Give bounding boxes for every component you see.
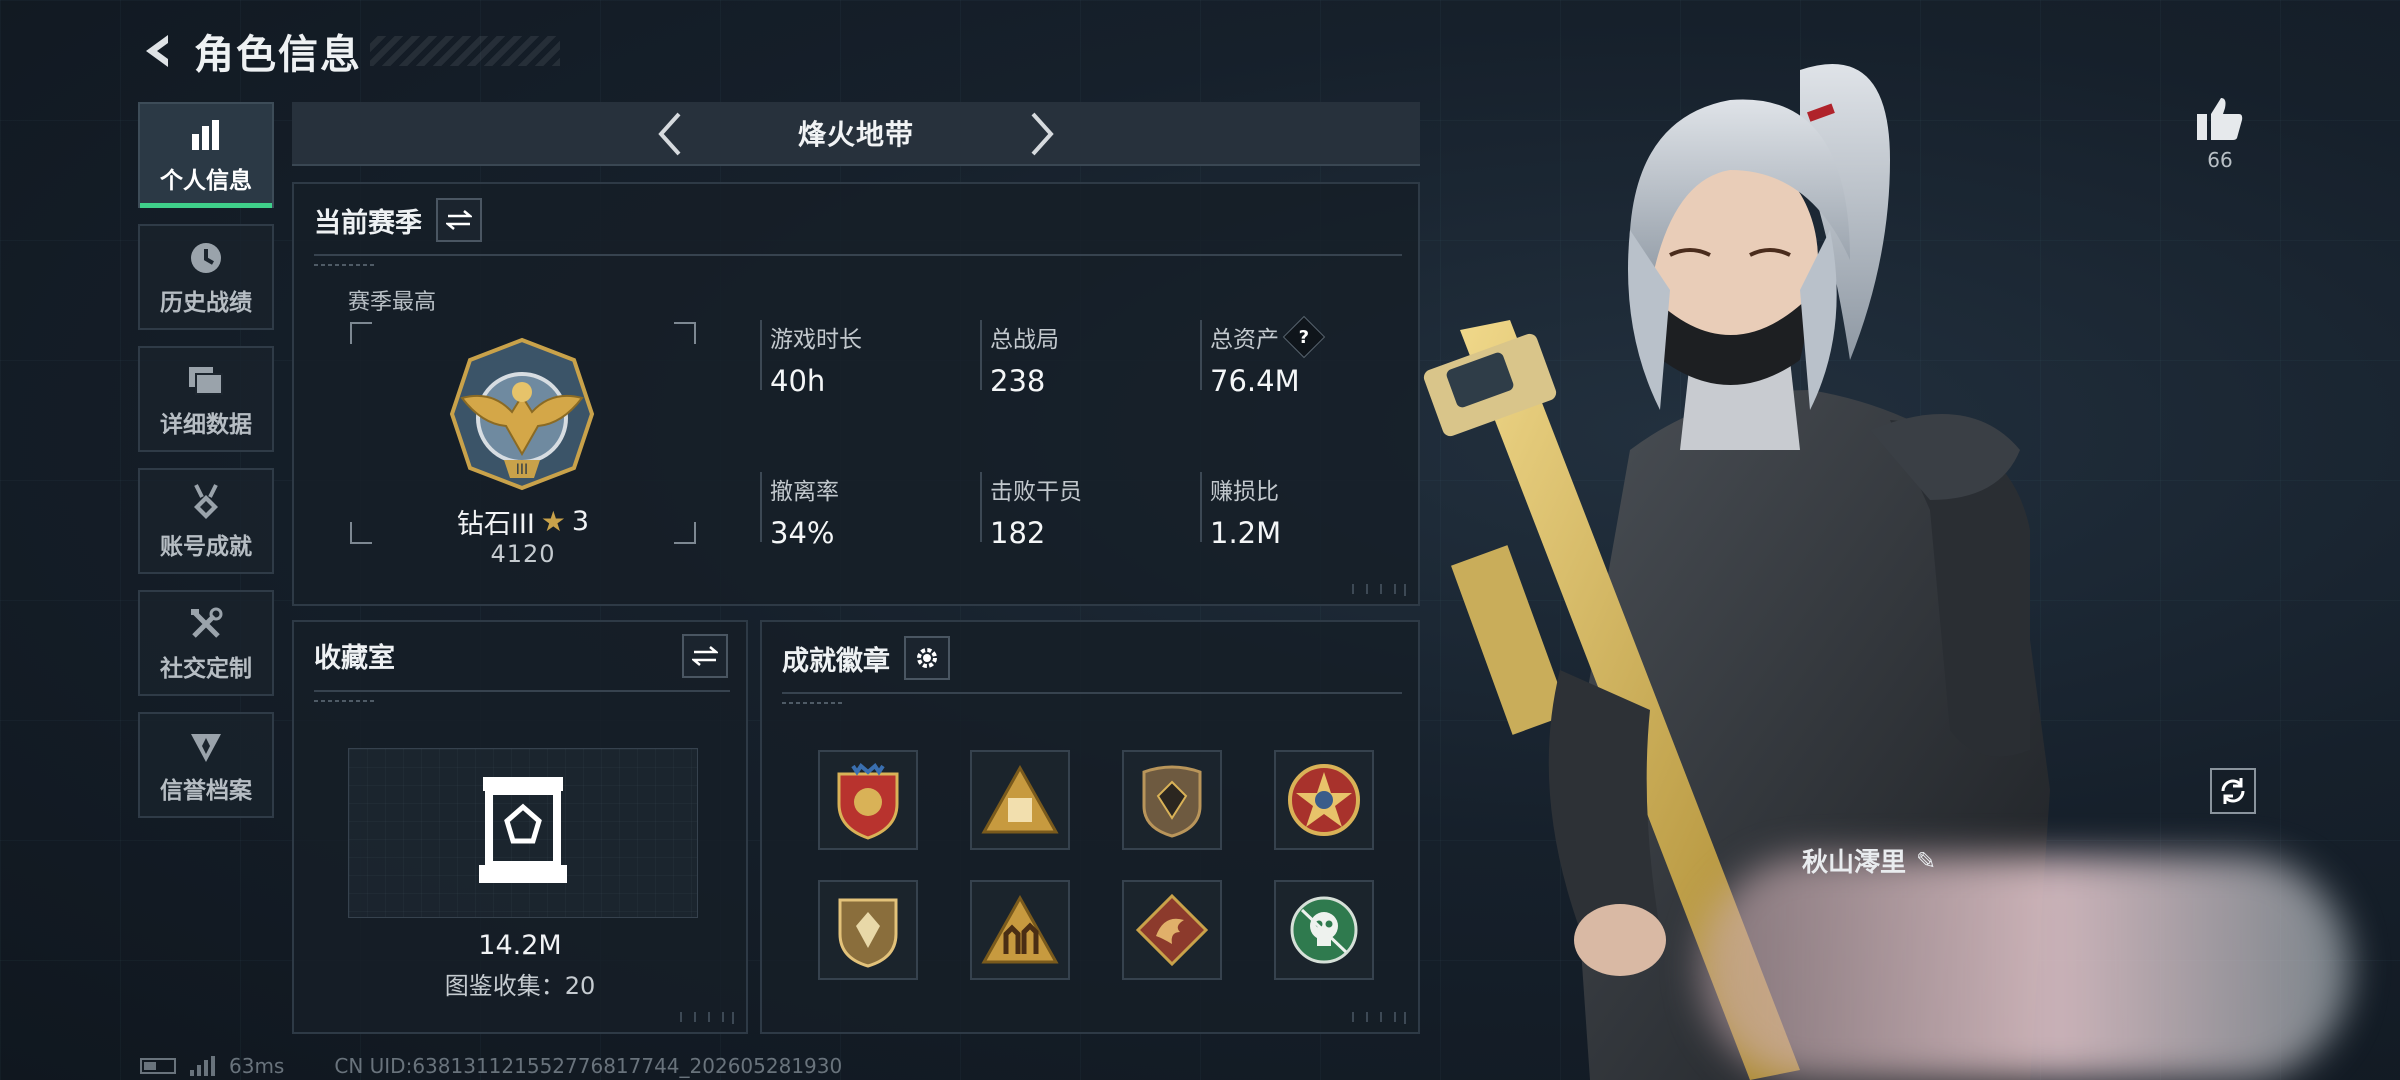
divider xyxy=(314,254,1402,256)
mode-title: 烽火地带 xyxy=(797,118,914,151)
folder-icon xyxy=(185,359,227,401)
stat-total-matches: 总战局 238 xyxy=(980,320,1180,398)
stat-value: 34% xyxy=(770,516,835,550)
status-bar: 63ms CN UID:638131121552776817744_202605… xyxy=(140,1054,842,1078)
shield-icon xyxy=(185,725,227,767)
nav-item-reputation[interactable]: 信誉档案 xyxy=(138,712,274,818)
rank-name-row: 钻石III ★ 3 xyxy=(350,502,696,541)
current-season-panel: 当前赛季 赛季最高 III 钻石III ★ 3 4120 游戏时长 40h 总战… xyxy=(292,182,1420,606)
refresh-icon xyxy=(2221,778,2245,804)
divider xyxy=(782,692,1402,694)
badge-slot[interactable] xyxy=(818,880,918,980)
collection-showcase[interactable] xyxy=(348,748,698,918)
stat-label: 撤离率 xyxy=(770,479,839,505)
stat-label: 总战局 xyxy=(990,327,1059,353)
display-case-icon xyxy=(477,775,569,887)
divider xyxy=(314,690,730,692)
rank-stars: 3 xyxy=(571,506,590,537)
star-icon: ★ xyxy=(540,505,566,538)
battery-icon xyxy=(140,1058,176,1074)
nav-label: 个人信息 xyxy=(160,168,252,194)
player-name-row: 秋山澪里 ✎ xyxy=(1802,842,1936,879)
stat-value: 238 xyxy=(990,364,1046,398)
title-decoration xyxy=(370,36,560,66)
rule-decoration xyxy=(782,702,842,704)
stat-label: 击败干员 xyxy=(990,479,1082,505)
badge-slot[interactable] xyxy=(1122,880,1222,980)
season-title: 当前赛季 xyxy=(314,207,422,239)
stat-operators-defeated: 击败干员 182 xyxy=(980,472,1180,550)
nav-item-profile[interactable]: 个人信息 xyxy=(138,102,274,208)
season-best-label: 赛季最高 xyxy=(348,290,437,315)
nav-item-achievements[interactable]: 账号成就 xyxy=(138,468,274,574)
stat-label: 游戏时长 xyxy=(770,327,862,353)
swap-icon xyxy=(692,646,718,666)
name-blur-overlay xyxy=(1700,856,2350,1080)
stat-label: 总资产 xyxy=(1210,327,1279,353)
svg-text:III: III xyxy=(516,462,528,478)
nav-label: 详细数据 xyxy=(160,412,252,438)
player-name: 秋山澪里 xyxy=(1802,848,1907,878)
collection-title: 收藏室 xyxy=(314,643,395,674)
badge-slot[interactable] xyxy=(818,750,918,850)
nav-label: 历史战绩 xyxy=(160,290,252,316)
nav-label: 信誉档案 xyxy=(160,778,252,804)
signal-icon xyxy=(190,1056,215,1076)
achievement-badges-panel: 成就徽章 xyxy=(760,620,1420,1034)
tools-icon xyxy=(185,603,227,645)
stat-value: 40h xyxy=(770,364,826,398)
soldiers-badge-icon xyxy=(981,894,1059,964)
collection-value: 14.2M xyxy=(478,930,562,961)
medal-icon xyxy=(185,481,227,523)
nav-item-history[interactable]: 历史战绩 xyxy=(138,224,274,330)
help-icon[interactable]: ? xyxy=(1282,315,1326,359)
nav-item-details[interactable]: 详细数据 xyxy=(138,346,274,452)
bar-chart-icon xyxy=(185,115,227,157)
nav-item-social[interactable]: 社交定制 xyxy=(138,590,274,696)
rotate-model-button[interactable] xyxy=(2210,768,2256,814)
page-title: 角色信息 xyxy=(194,32,362,78)
shield-star-badge-icon xyxy=(837,763,899,840)
corner-decoration xyxy=(674,1012,734,1024)
stat-play-time: 游戏时长 40h xyxy=(760,320,960,398)
rank-score: 4120 xyxy=(490,540,556,568)
swap-icon xyxy=(446,210,472,230)
badges-title: 成就徽章 xyxy=(782,645,890,677)
clock-icon xyxy=(185,237,227,279)
nav-label: 账号成就 xyxy=(160,534,252,560)
uid-text: CN UID:638131121552776817744_20260528193… xyxy=(334,1054,843,1078)
gem-shield-badge-icon xyxy=(1142,765,1202,838)
back-arrow-icon[interactable] xyxy=(136,29,180,73)
side-nav: 个人信息 历史战绩 详细数据 账号成就 社交定制 信誉档案 xyxy=(138,102,276,834)
collection-count: 图鉴收集：20 xyxy=(444,972,596,1000)
rank-name: 钻石III xyxy=(456,509,535,540)
season-switch-button[interactable] xyxy=(436,198,482,242)
stat-extraction-rate: 撤离率 34% xyxy=(760,472,960,550)
emblem-shield-badge-icon xyxy=(838,898,898,968)
badges-settings-button[interactable] xyxy=(904,636,950,680)
like-button[interactable]: 66 xyxy=(2190,96,2250,172)
gear-icon xyxy=(917,648,937,668)
badge-slot[interactable] xyxy=(970,880,1070,980)
badge-slot[interactable] xyxy=(1122,750,1222,850)
mode-selector: 烽火地带 xyxy=(292,102,1420,166)
like-count: 66 xyxy=(2207,148,2233,172)
rank-emblem-icon: III xyxy=(442,334,602,494)
collection-switch-button[interactable] xyxy=(682,634,728,678)
pyramid-badge-icon xyxy=(981,764,1059,834)
mode-next-button[interactable] xyxy=(1018,110,1066,158)
badge-slot[interactable] xyxy=(970,750,1070,850)
rule-decoration xyxy=(314,700,374,702)
page-header: 角色信息 xyxy=(136,22,560,80)
nav-label: 社交定制 xyxy=(160,656,252,682)
collection-panel: 收藏室 14.2M 图鉴收集：20 xyxy=(292,620,748,1034)
ping-value: 63ms xyxy=(229,1054,285,1078)
mode-prev-button[interactable] xyxy=(646,110,694,158)
rule-decoration xyxy=(314,264,374,266)
dragon-badge-icon xyxy=(1135,893,1209,967)
edit-pencil-icon[interactable]: ✎ xyxy=(1916,847,1936,875)
stat-value: 182 xyxy=(990,516,1046,550)
thumbs-up-icon xyxy=(2197,98,2243,140)
